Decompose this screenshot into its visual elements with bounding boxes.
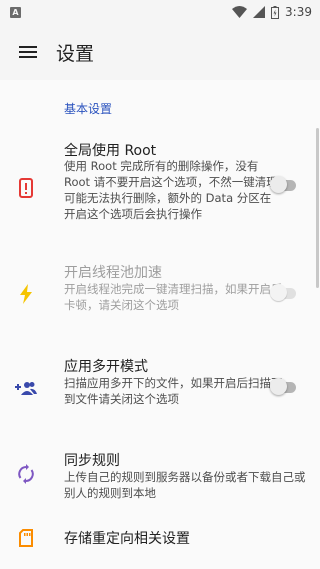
setting-title: 全局使用 Root — [64, 143, 157, 159]
setting-title: 应用多开模式 — [64, 359, 148, 375]
sd-card-icon — [14, 526, 38, 550]
signal-icon — [253, 6, 266, 18]
wifi-icon — [232, 6, 248, 18]
root-icon — [14, 176, 38, 200]
setting-item-global-root[interactable]: 全局使用 Root 使用 Root 完成所有的删除操作，没有 Root 请不要开… — [0, 138, 320, 238]
lightning-icon — [14, 282, 38, 306]
setting-item-storage-redirect[interactable]: 存储重定向相关设置 — [0, 526, 320, 556]
multi-app-toggle[interactable] — [270, 378, 300, 396]
setting-title: 存储重定向相关设置 — [64, 531, 190, 547]
menu-icon — [19, 46, 37, 58]
global-root-toggle[interactable] — [270, 176, 300, 194]
setting-summary: 开启线程池完成一键清理扫描，如果开启后卡顿，请关闭这个选项 — [64, 282, 283, 312]
setting-item-multi-app[interactable]: 应用多开模式 扫描应用多开下的文件，如果开启后扫描不到文件请关闭这个选项 — [0, 356, 320, 426]
status-icons: 3:39 — [232, 5, 312, 19]
setting-item-sync-rules[interactable]: 同步规则 上传自己的规则到服务器以备份或者下载自己或别人的规则到本地 — [0, 450, 320, 510]
setting-summary: 使用 Root 完成所有的删除操作，没有 Root 请不要开启这个选项，不然一键… — [64, 159, 278, 221]
toolbar: 设置 — [0, 24, 320, 80]
setting-summary: 上传自己的规则到服务器以备份或者下载自己或别人的规则到本地 — [64, 470, 306, 500]
section-header: 基本设置 — [64, 102, 113, 116]
setting-title: 同步规则 — [64, 453, 120, 469]
page-title: 设置 — [56, 42, 95, 65]
setting-summary: 扫描应用多开下的文件，如果开启后扫描不到文件请关闭这个选项 — [64, 376, 283, 406]
setting-title: 开启线程池加速 — [64, 265, 162, 281]
setting-item-thread-pool[interactable]: 开启线程池加速 开启线程池完成一键清理扫描，如果开启后卡顿，请关闭这个选项 — [0, 262, 320, 332]
app-notification-icon: A — [10, 6, 21, 18]
menu-button[interactable] — [0, 24, 56, 80]
multi-user-icon — [14, 376, 38, 400]
status-bar: A 3:39 — [0, 0, 320, 24]
battery-icon — [271, 5, 280, 19]
status-time: 3:39 — [285, 5, 312, 19]
sync-icon — [14, 462, 38, 486]
thread-pool-toggle[interactable] — [270, 284, 300, 302]
scrollbar[interactable] — [316, 128, 319, 288]
